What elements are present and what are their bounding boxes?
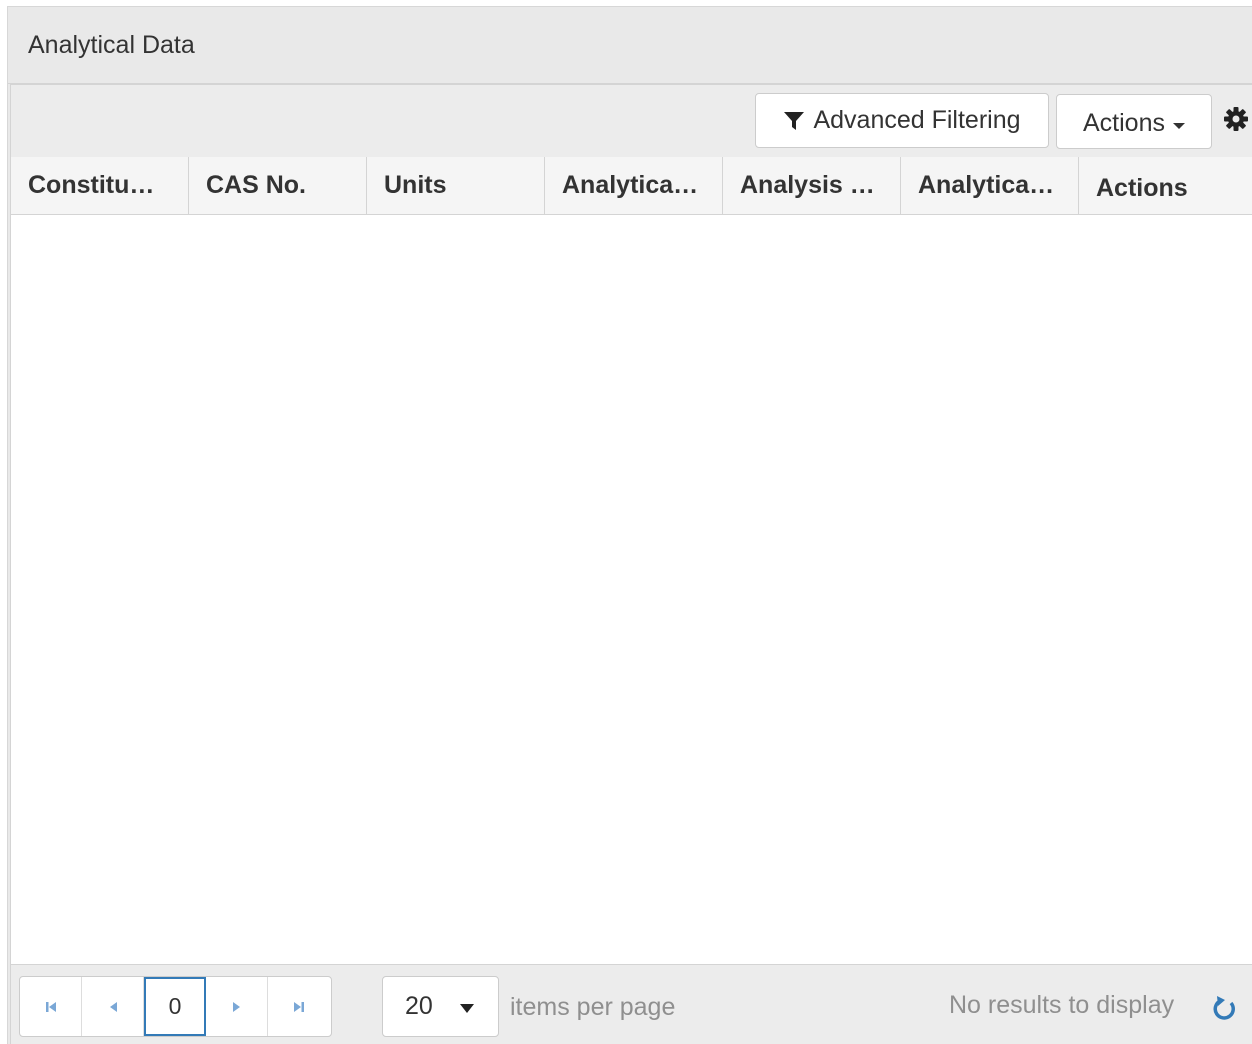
advanced-filtering-label: Advanced Filtering	[813, 106, 1021, 134]
last-page-button[interactable]	[268, 977, 330, 1036]
current-page[interactable]: 0	[144, 977, 206, 1036]
data-grid: Advanced Filtering Actions Constitu… CAS…	[10, 84, 1252, 1044]
analytical-data-panel: Analytical Data Advanced Filtering Actio…	[7, 6, 1252, 1044]
filter-icon	[784, 111, 805, 130]
column-header-constituent[interactable]: Constitu…	[11, 157, 189, 214]
column-header-cas-no[interactable]: CAS No.	[189, 157, 367, 214]
first-page-button[interactable]	[20, 977, 82, 1036]
next-page-button[interactable]	[206, 977, 268, 1036]
refresh-icon[interactable]	[1210, 994, 1240, 1024]
caret-down-icon	[1172, 122, 1185, 129]
page-size-value: 20	[405, 992, 433, 1020]
items-per-page-label: items per page	[510, 993, 676, 1021]
column-header-analysis[interactable]: Analysis …	[723, 157, 901, 214]
chevron-down-icon	[460, 1004, 474, 1013]
panel-title: Analytical Data	[28, 31, 195, 59]
actions-dropdown-button[interactable]: Actions	[1056, 94, 1212, 149]
column-header-units[interactable]: Units	[367, 157, 545, 214]
grid-toolbar: Advanced Filtering Actions	[11, 85, 1252, 158]
column-header-row: Constitu… CAS No. Units Analytica… Analy…	[11, 157, 1252, 215]
first-page-icon	[45, 1001, 56, 1012]
pager-status: No results to display	[949, 991, 1175, 1019]
column-header-analytical-2[interactable]: Analytica…	[901, 157, 1079, 214]
gear-icon[interactable]	[1222, 105, 1250, 133]
advanced-filtering-button[interactable]: Advanced Filtering	[755, 93, 1049, 148]
next-page-icon	[232, 1001, 240, 1012]
previous-page-icon	[109, 1001, 117, 1012]
panel-heading: Analytical Data	[8, 7, 1252, 84]
last-page-icon	[294, 1001, 304, 1012]
previous-page-button[interactable]	[82, 977, 144, 1036]
page-size-select[interactable]: 20	[382, 976, 499, 1037]
pager-buttons: 0	[19, 976, 332, 1037]
pager: 0 20 items per page No results to displa…	[11, 964, 1252, 1044]
column-header-analytical-1[interactable]: Analytica…	[545, 157, 723, 214]
column-header-actions[interactable]: Actions	[1079, 157, 1252, 214]
actions-label: Actions	[1083, 109, 1165, 137]
grid-body	[11, 215, 1252, 964]
